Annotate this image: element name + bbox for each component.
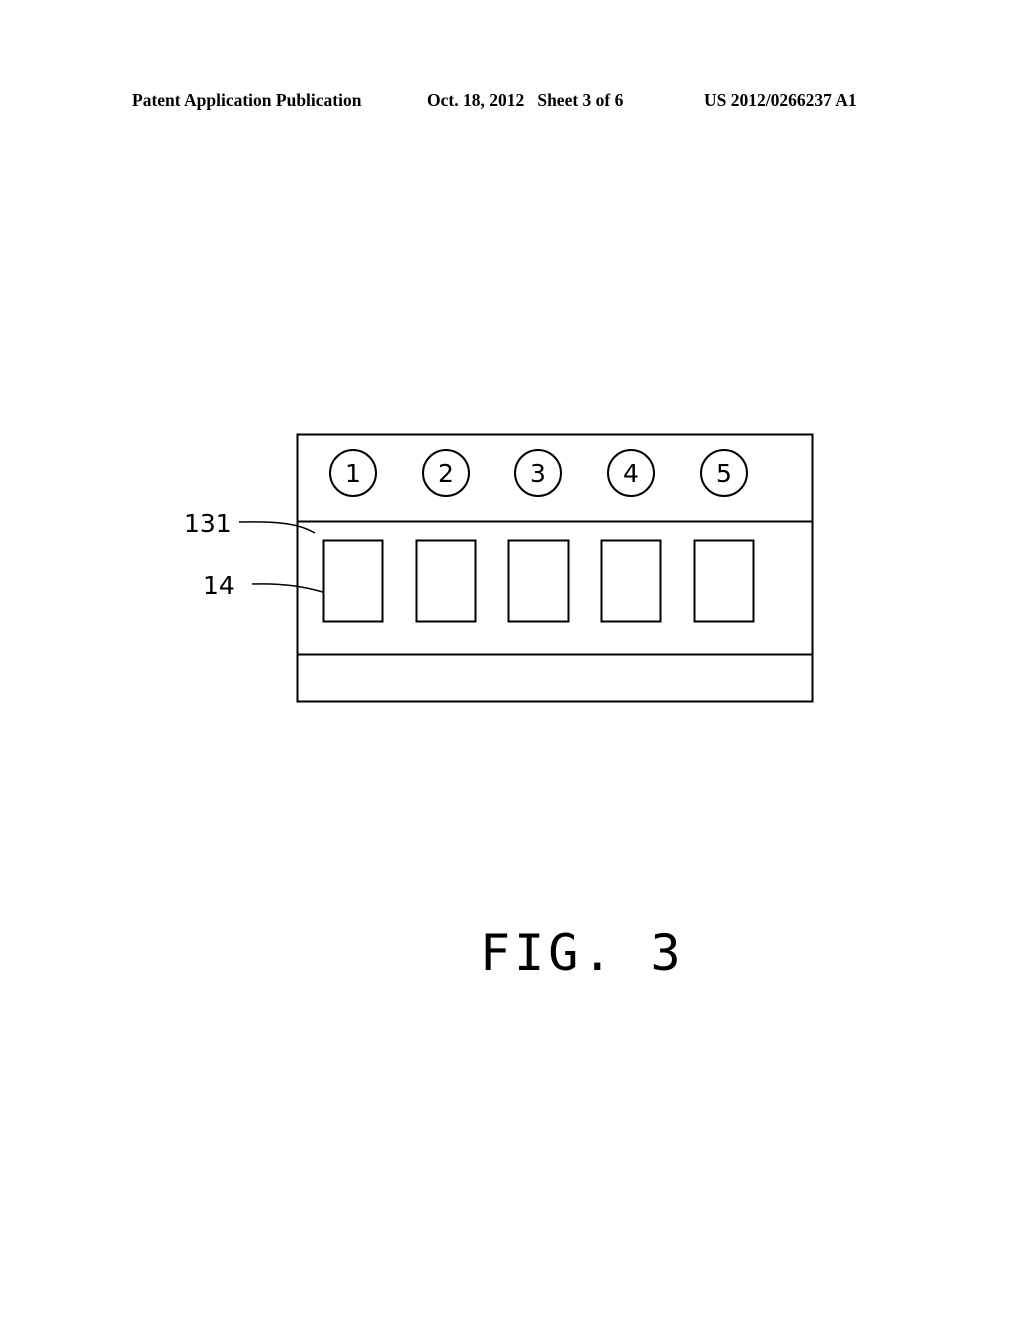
box-element — [415, 539, 477, 623]
circle-marker: 1 — [329, 449, 377, 497]
reference-label-14: 14 — [203, 571, 235, 600]
outer-panel — [296, 433, 814, 703]
figure-caption: FIG. 3 — [480, 924, 685, 982]
figure-drawing: 1 2 3 4 5 131 14 FIG. 3 — [184, 433, 814, 982]
box-element — [322, 539, 384, 623]
reference-label-131: 131 — [184, 509, 232, 538]
circle-marker: 5 — [700, 449, 748, 497]
box-element — [693, 539, 755, 623]
circle-label: 4 — [623, 459, 639, 488]
leader-line-131 — [238, 521, 316, 534]
circle-marker: 3 — [514, 449, 562, 497]
circle-label: 3 — [530, 459, 546, 488]
circle-label: 2 — [438, 459, 454, 488]
box-element — [507, 539, 570, 623]
circle-label: 5 — [716, 459, 732, 488]
circle-marker: 4 — [607, 449, 655, 497]
leader-line-14 — [251, 583, 324, 593]
box-element — [600, 539, 662, 623]
circle-label: 1 — [345, 459, 361, 488]
circle-marker: 2 — [422, 449, 470, 497]
